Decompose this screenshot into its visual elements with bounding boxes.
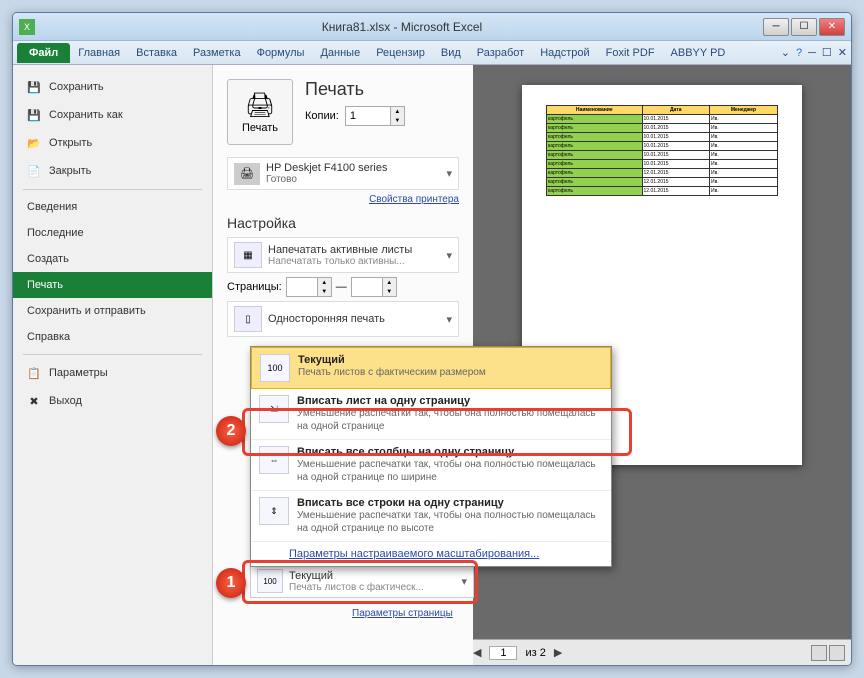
pages-to-spinner[interactable]: ▲▼ <box>351 277 397 297</box>
sidebar-exit[interactable]: ✖Выход <box>13 387 212 415</box>
printer-properties-link[interactable]: Свойства принтера <box>227 194 459 205</box>
doc-close-icon[interactable]: ✕ <box>838 46 847 59</box>
chevron-down-icon: ▾ <box>446 313 452 326</box>
sidebar-new[interactable]: Создать <box>13 246 212 272</box>
chevron-down-icon: ▾ <box>446 167 452 180</box>
sidebar-open[interactable]: 📂Открыть <box>13 129 212 157</box>
pages-from-spinner[interactable]: ▲▼ <box>286 277 332 297</box>
annotation-badge-1: 1 <box>216 568 246 598</box>
preview-footer: ◀ из 2 ▶ <box>473 639 851 665</box>
printer-selector[interactable]: 🖨 HP Deskjet F4100 series Готово ▾ <box>227 157 459 190</box>
doc-restore-icon[interactable]: ☐ <box>822 46 832 59</box>
copies-down[interactable]: ▼ <box>390 116 404 125</box>
sidebar-save[interactable]: 💾Сохранить <box>13 73 212 101</box>
print-what-selector[interactable]: ▦ Напечатать активные листы Напечатать т… <box>227 237 459 273</box>
open-icon: 📂 <box>27 136 41 150</box>
sides-selector[interactable]: ▯ Односторонняя печать ▾ <box>227 301 459 337</box>
page-setup-link[interactable]: Параметры страницы <box>352 608 453 619</box>
sidebar-save-send[interactable]: Сохранить и отправить <box>13 298 212 324</box>
window-title: Книга81.xlsx - Microsoft Excel <box>41 20 763 34</box>
pages-label: Страницы: <box>227 281 282 293</box>
prev-page-button[interactable]: ◀ <box>473 646 481 659</box>
tab-insert[interactable]: Вставка <box>128 44 185 62</box>
scaling-option-fit-columns[interactable]: ⇔ Вписать все столбцы на одну страницу У… <box>251 440 611 491</box>
scaling-selector[interactable]: 100 Текущий Печать листов с фактическ...… <box>250 564 474 598</box>
chevron-down-icon: ▾ <box>446 249 452 262</box>
backstage-sidebar: 💾Сохранить 💾Сохранить как 📂Открыть 📄Закр… <box>13 65 213 665</box>
close-button[interactable]: ✕ <box>819 18 845 36</box>
next-page-button[interactable]: ▶ <box>554 646 562 659</box>
doc-min-icon[interactable]: ─ <box>808 47 816 59</box>
copies-label: Копии: <box>305 110 339 122</box>
app-icon: X <box>19 19 35 35</box>
copies-input[interactable] <box>346 108 390 124</box>
printer-icon: 🖨 <box>245 91 275 120</box>
close-doc-icon: 📄 <box>27 164 41 178</box>
scale-100-icon: 100 <box>257 569 283 593</box>
scaling-option-current[interactable]: 100 Текущий Печать листов с фактическим … <box>251 347 611 389</box>
tab-home[interactable]: Главная <box>70 44 128 62</box>
chevron-down-icon: ▾ <box>461 575 467 588</box>
scaling-dropdown: 100 Текущий Печать листов с фактическим … <box>250 346 612 567</box>
zoom-toggle[interactable] <box>829 645 845 661</box>
fit-width-icon: ⇔ <box>259 446 289 474</box>
page-side-icon: ▯ <box>234 306 262 332</box>
sidebar-help[interactable]: Справка <box>13 324 212 350</box>
scaling-option-fit-sheet[interactable]: ⇲ Вписать лист на одну страницу Уменьшен… <box>251 389 611 440</box>
print-button[interactable]: 🖨 Печать <box>227 79 293 145</box>
ribbon-minimize-icon[interactable]: ⌄ <box>781 46 790 59</box>
copies-spinner[interactable]: ▲▼ <box>345 106 405 126</box>
sidebar-options[interactable]: 📋Параметры <box>13 359 212 387</box>
tab-developer[interactable]: Разработ <box>469 44 532 62</box>
maximize-button[interactable]: ☐ <box>791 18 817 36</box>
sidebar-print[interactable]: Печать <box>13 272 212 298</box>
save-as-icon: 💾 <box>27 108 41 122</box>
minimize-button[interactable]: ─ <box>763 18 789 36</box>
settings-heading: Настройка <box>227 215 459 231</box>
scale-100-icon: 100 <box>260 354 290 382</box>
options-icon: 📋 <box>27 366 41 380</box>
tab-foxit[interactable]: Foxit PDF <box>598 44 663 62</box>
tab-review[interactable]: Рецензир <box>368 44 433 62</box>
annotation-badge-2: 2 <box>216 416 246 446</box>
tab-data[interactable]: Данные <box>312 44 368 62</box>
tab-abbyy[interactable]: ABBYY PD <box>663 44 734 62</box>
page-number-input[interactable] <box>489 646 517 660</box>
scaling-option-fit-rows[interactable]: ⇕ Вписать все строки на одну страницу Ум… <box>251 491 611 542</box>
copies-up[interactable]: ▲ <box>390 107 404 116</box>
sidebar-close[interactable]: 📄Закрыть <box>13 157 212 185</box>
fit-height-icon: ⇕ <box>259 497 289 525</box>
ribbon: Файл Главная Вставка Разметка Формулы Да… <box>13 41 851 65</box>
sheets-icon: ▦ <box>234 242 262 268</box>
fit-page-icon: ⇲ <box>259 395 289 423</box>
tab-layout[interactable]: Разметка <box>185 44 249 62</box>
custom-scaling-link[interactable]: Параметры настраиваемого масштабирования… <box>251 542 611 566</box>
sidebar-info[interactable]: Сведения <box>13 194 212 220</box>
print-heading: Печать <box>305 79 459 100</box>
tab-file[interactable]: Файл <box>17 43 70 63</box>
tab-formulas[interactable]: Формулы <box>249 44 313 62</box>
tab-view[interactable]: Вид <box>433 44 469 62</box>
sidebar-save-as[interactable]: 💾Сохранить как <box>13 101 212 129</box>
margins-toggle[interactable] <box>811 645 827 661</box>
printer-device-icon: 🖨 <box>234 163 260 185</box>
save-icon: 💾 <box>27 80 41 94</box>
sidebar-recent[interactable]: Последние <box>13 220 212 246</box>
exit-icon: ✖ <box>27 394 41 408</box>
page-count-label: из 2 <box>525 647 545 659</box>
help-icon[interactable]: ? <box>796 47 802 59</box>
tab-addins[interactable]: Надстрой <box>532 44 597 62</box>
titlebar: X Книга81.xlsx - Microsoft Excel ─ ☐ ✕ <box>13 13 851 41</box>
